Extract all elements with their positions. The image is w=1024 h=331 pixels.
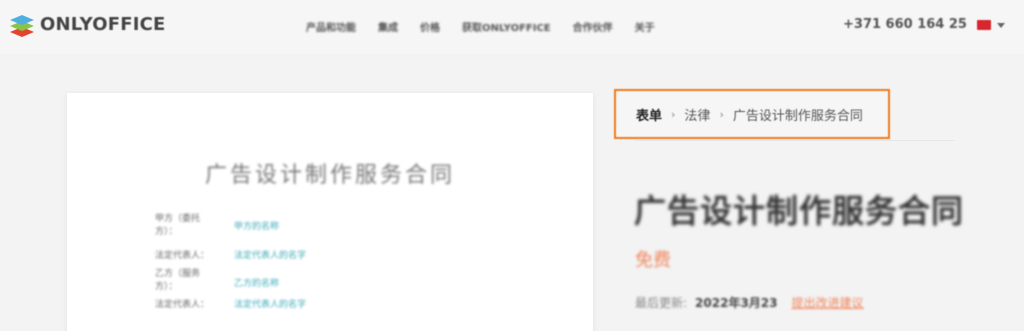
suggest-improvement-link[interactable]: 提出改进建议 bbox=[792, 294, 864, 311]
field-label-legal-rep-b: 法定代表人： bbox=[155, 300, 210, 310]
nav-item-products[interactable]: 产品和功能 bbox=[306, 19, 356, 34]
breadcrumb: 表单 › 法律 › 广告设计制作服务合同 bbox=[614, 89, 890, 139]
breadcrumb-item-forms[interactable]: 表单 bbox=[636, 105, 662, 124]
nav-item-about[interactable]: 关于 bbox=[635, 19, 655, 34]
field-label-party-b: 乙方（服务方）： bbox=[155, 269, 201, 292]
nav-item-partners[interactable]: 合作伙伴 bbox=[573, 19, 613, 34]
form-preview[interactable]: 广告设计制作服务合同 甲方（委托方）： 甲方的名称 法定代表人： 法定代表人的名… bbox=[67, 93, 593, 331]
onlyoffice-logo[interactable]: ONLYOFFICE bbox=[8, 10, 166, 38]
breadcrumb-separator: › bbox=[671, 107, 676, 121]
field-value-party-b[interactable]: 乙方的名称 bbox=[234, 276, 279, 289]
main-nav: 产品和功能 集成 价格 获取ONLYOFFICE 合作伙伴 关于 bbox=[306, 19, 677, 34]
field-value-party-a[interactable]: 甲方的名称 bbox=[234, 219, 279, 232]
nav-item-get-onlyoffice[interactable]: 获取ONLYOFFICE bbox=[462, 19, 551, 34]
preview-doc-title: 广告设计制作服务合同 bbox=[204, 163, 455, 188]
form-title: 广告设计制作服务合同 bbox=[634, 192, 965, 230]
field-value-legal-rep-a[interactable]: 法定代表人的名字 bbox=[234, 248, 306, 261]
nav-item-pricing[interactable]: 价格 bbox=[420, 19, 440, 34]
top-header: ONLYOFFICE 产品和功能 集成 价格 获取ONLYOFFICE 合作伙伴… bbox=[0, 0, 1024, 54]
breadcrumb-item-current: 广告设计制作服务合同 bbox=[732, 108, 863, 124]
price-label: 免费 bbox=[635, 250, 671, 271]
breadcrumb-separator: › bbox=[719, 107, 724, 121]
last-updated-label: 最后更新: bbox=[635, 296, 688, 310]
nav-item-integrations[interactable]: 集成 bbox=[378, 19, 398, 34]
divider bbox=[635, 140, 955, 141]
logo-text: ONLYOFFICE bbox=[40, 13, 166, 35]
chevron-down-icon bbox=[997, 22, 1005, 28]
last-updated-row: 最后更新: 2022年3月23 提出改进建议 bbox=[635, 294, 864, 311]
field-label-party-a: 甲方（委托方）： bbox=[155, 214, 201, 237]
field-label-legal-rep-a: 法定代表人： bbox=[155, 251, 210, 261]
field-value-legal-rep-b[interactable]: 法定代表人的名字 bbox=[234, 297, 306, 310]
last-updated-date: 2022年3月23 bbox=[695, 296, 778, 310]
language-selector[interactable] bbox=[977, 20, 1005, 30]
breadcrumb-item-law[interactable]: 法律 bbox=[684, 105, 710, 124]
cn-flag-icon bbox=[977, 20, 991, 30]
onlyoffice-logo-icon bbox=[10, 15, 34, 37]
phone-number[interactable]: +371 660 164 25 bbox=[843, 17, 967, 32]
